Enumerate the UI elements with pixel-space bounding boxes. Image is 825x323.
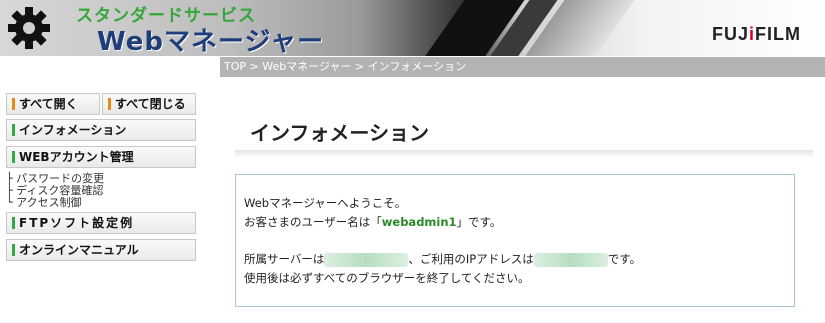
server-name-redacted	[324, 252, 409, 267]
sidebar-subitem-access[interactable]: └ アクセス制御	[6, 197, 82, 209]
breadcrumb-current: インフォメーション	[367, 60, 467, 73]
notice-text: 使用後は必ずすべてのブラウザーを終了してください。	[244, 271, 530, 285]
app-title: Webマネージャー	[97, 27, 325, 56]
title-underline	[235, 150, 813, 158]
header-banner: スタンダードサービス Webマネージャー FUJiFILM	[0, 0, 825, 56]
server-line: 所属サーバーは 、ご利用のIPアドレスは です。	[244, 252, 642, 267]
username-line: お客さまのユーザー名は「webadmin1」です。	[244, 215, 502, 229]
breadcrumb-separator: >	[249, 60, 259, 73]
username-value: webadmin1	[381, 215, 457, 229]
sidebar-item-web-account[interactable]: WEBアカウント管理	[6, 146, 196, 168]
gear-icon	[8, 7, 50, 49]
welcome-text: Webマネージャーへようこそ。	[244, 196, 407, 210]
sidebar-item-ftp[interactable]: FTPソフト設定例	[6, 212, 196, 234]
breadcrumb: TOP > Webマネージャー > インフォメーション	[220, 57, 825, 77]
sidebar-item-information[interactable]: インフォメーション	[6, 119, 196, 141]
breadcrumb-webmanager-link[interactable]: Webマネージャー	[262, 60, 351, 73]
sidebar-item-manual[interactable]: オンラインマニュアル	[6, 239, 196, 261]
breadcrumb-separator: >	[354, 60, 365, 73]
fujifilm-logo: FUJiFILM	[711, 24, 801, 44]
expand-all-button[interactable]: すべて開く	[6, 93, 100, 115]
page-title: インフォメーション	[250, 121, 429, 145]
info-box: Webマネージャーへようこそ。 お客さまのユーザー名は「webadmin1」です…	[235, 174, 795, 307]
ip-address-redacted	[533, 252, 608, 267]
collapse-all-button[interactable]: すべて閉じる	[102, 93, 196, 115]
breadcrumb-top-link[interactable]: TOP	[224, 60, 246, 73]
